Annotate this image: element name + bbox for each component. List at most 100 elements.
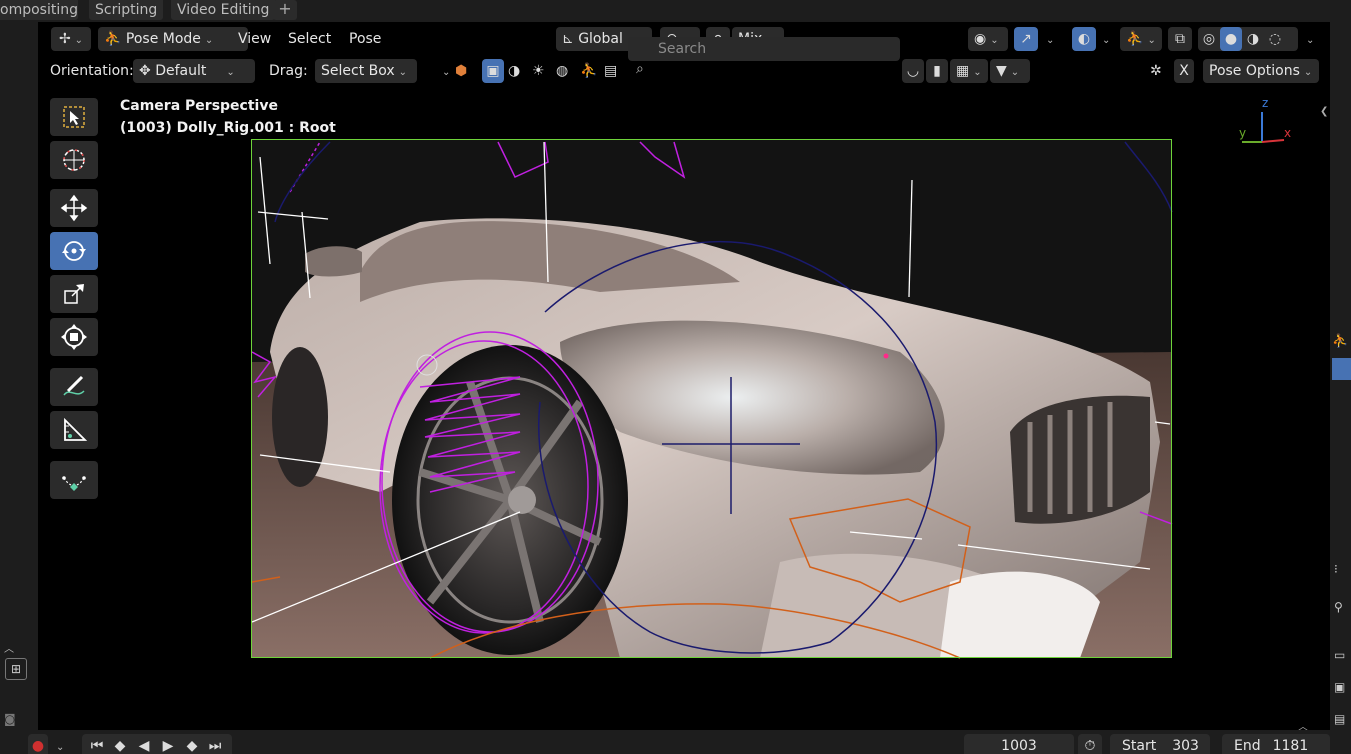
x-mirror-toggle[interactable]: X bbox=[1174, 59, 1194, 83]
eye-icon: ◉ bbox=[974, 31, 987, 47]
shading-modes: ◎ ● ◑ ◌ bbox=[1198, 27, 1298, 51]
bookmark-toggle[interactable]: ▮ bbox=[926, 59, 948, 83]
gizmo-y-label[interactable]: y bbox=[1239, 126, 1246, 140]
search-input[interactable]: Search bbox=[628, 37, 900, 61]
add-workspace-button[interactable]: + bbox=[273, 0, 297, 20]
gizmo-toggle[interactable]: ↗ bbox=[1014, 27, 1038, 51]
item-tab-icon[interactable]: ⚲ bbox=[1334, 600, 1343, 614]
drag-dropdown[interactable]: Select Box ⌄ bbox=[315, 59, 417, 83]
xray-toggle[interactable]: ⧉ bbox=[1168, 27, 1192, 51]
tool-select-box[interactable] bbox=[50, 98, 98, 136]
play-reverse-icon[interactable]: ◀ bbox=[132, 734, 156, 754]
timeline-expand-icon[interactable]: ︿ bbox=[1298, 718, 1308, 730]
jump-start-icon[interactable]: ⏮ bbox=[86, 734, 108, 754]
tab-video-editing[interactable]: Video Editing bbox=[171, 0, 276, 20]
gizmo-dropdown[interactable]: ⌄ bbox=[1042, 27, 1058, 51]
record-icon: ● bbox=[31, 738, 45, 754]
search-icon: ⌕ bbox=[636, 61, 644, 77]
3d-viewport[interactable]: z y x Camera Perspective (1003) Dolly_Ri… bbox=[0, 22, 1330, 730]
jump-end-icon[interactable]: ⏭ bbox=[204, 734, 226, 754]
orientation-label: Global bbox=[578, 31, 623, 47]
chevron-down-icon: ⌄ bbox=[1303, 67, 1313, 78]
light-filter-icon[interactable]: ☀ bbox=[532, 59, 552, 83]
shading-dropdown[interactable]: ⌄ bbox=[1302, 27, 1318, 51]
view-tab-icon[interactable]: ▭ bbox=[1334, 648, 1345, 662]
gizmo-z-label[interactable]: z bbox=[1262, 96, 1268, 110]
panel-expand-icon[interactable]: ︿ bbox=[4, 640, 14, 655]
chevron-down-icon: ⌄ bbox=[442, 67, 451, 78]
prev-keyframe-icon[interactable]: ◆ bbox=[108, 734, 132, 754]
new-collection-icon[interactable]: ⊞ bbox=[5, 658, 27, 680]
camera-filter-icon[interactable]: ▤ bbox=[604, 59, 624, 83]
world-filter-icon[interactable]: ◍ bbox=[556, 59, 576, 83]
tool-tab-icon[interactable]: ⁝ bbox=[1334, 562, 1338, 576]
chevron-down-icon: ⌄ bbox=[1010, 67, 1020, 78]
output-tab-icon[interactable]: ▤ bbox=[1334, 712, 1345, 726]
chevron-down-icon: ⌄ bbox=[74, 35, 84, 46]
orientation-value: Default bbox=[155, 63, 207, 79]
square-icon: ▣ bbox=[486, 63, 500, 79]
sidebar-expand-icon[interactable]: ❮ bbox=[1320, 106, 1328, 117]
gizmo-x-label[interactable]: x bbox=[1284, 126, 1291, 140]
overlay-dropdown[interactable]: ⌄ bbox=[1098, 27, 1114, 51]
filter-dropdown[interactable]: ▼ ⌄ bbox=[990, 59, 1030, 83]
bone-overlay-dropdown[interactable]: ⛹ ⌄ bbox=[1120, 27, 1162, 51]
mirror-icon[interactable]: ✲ bbox=[1150, 59, 1172, 83]
tab-compositing[interactable]: ompositing bbox=[0, 0, 78, 20]
pose-tab-icon[interactable]: ⛹ bbox=[1332, 334, 1348, 349]
mode-dropdown[interactable]: ⛹ Pose Mode ⌄ bbox=[98, 27, 248, 51]
tool-relax-pose[interactable] bbox=[50, 461, 98, 499]
stopwatch-icon[interactable]: ⏱ bbox=[1078, 734, 1102, 754]
bone-overlay-icon: ⛹ bbox=[1126, 31, 1144, 47]
start-frame-field[interactable]: Start 303 bbox=[1110, 734, 1210, 754]
active-object-info: (1003) Dolly_Rig.001 : Root bbox=[120, 120, 336, 136]
properties-strip: ⛹ ⁝ ⚲ ▭ ▣ ▤ bbox=[1330, 22, 1351, 754]
solid-shading-icon[interactable]: ● bbox=[1220, 27, 1242, 51]
blender-window: ompositing Scripting Video Editing + z y… bbox=[0, 0, 1351, 754]
tool-rotate[interactable] bbox=[50, 232, 98, 270]
next-keyframe-icon[interactable]: ◆ bbox=[180, 734, 204, 754]
curve-icon: ◡ bbox=[906, 63, 920, 79]
current-frame-field[interactable]: 1003 bbox=[964, 734, 1074, 754]
armature-mode-select[interactable]: ✢ ⌄ bbox=[51, 27, 91, 51]
object-types-icon[interactable]: ⬢ bbox=[455, 59, 475, 83]
keying-dropdown[interactable]: ⌄ bbox=[52, 734, 72, 754]
camera-icon[interactable]: ◙ bbox=[4, 712, 16, 726]
menu-view[interactable]: View bbox=[238, 27, 271, 51]
overlay-toggle[interactable]: ◐ bbox=[1072, 27, 1096, 51]
record-button[interactable]: ● bbox=[28, 734, 48, 754]
tool-transform[interactable] bbox=[50, 318, 98, 356]
material-filter-icon[interactable]: ◑ bbox=[508, 59, 528, 83]
filter-collapse-button[interactable]: ⌄ bbox=[438, 59, 452, 83]
funnel-icon: ▼ bbox=[996, 63, 1007, 79]
orientation-dropdown[interactable]: ✥ Default ⌄ bbox=[133, 59, 255, 83]
render-tab-icon[interactable]: ▣ bbox=[1334, 680, 1345, 694]
scale-icon bbox=[64, 284, 84, 304]
restrict-toggle[interactable]: ◡ bbox=[902, 59, 924, 83]
chevron-down-icon: ⌄ bbox=[1147, 35, 1156, 46]
overlay-icon: ◐ bbox=[1077, 31, 1091, 47]
tool-scale[interactable] bbox=[50, 275, 98, 313]
tab-scripting[interactable]: Scripting bbox=[89, 0, 164, 20]
material-shading-icon[interactable]: ◑ bbox=[1242, 27, 1264, 51]
chevron-down-icon: ⌄ bbox=[1306, 35, 1315, 46]
menu-select[interactable]: Select bbox=[288, 27, 331, 51]
display-mode-dropdown[interactable]: ▦ ⌄ bbox=[950, 59, 988, 83]
active-tab-indicator[interactable] bbox=[1332, 358, 1351, 380]
armature-filter-icon[interactable]: ⛹ bbox=[580, 59, 600, 83]
pose-options-dropdown[interactable]: Pose Options ⌄ bbox=[1203, 59, 1319, 83]
visibility-dropdown[interactable]: ◉ ⌄ bbox=[968, 27, 1008, 51]
tool-move[interactable] bbox=[50, 189, 98, 227]
play-icon[interactable]: ▶ bbox=[156, 734, 180, 754]
tool-cursor[interactable] bbox=[50, 141, 98, 179]
end-frame-field[interactable]: End 1181 bbox=[1222, 734, 1330, 754]
annotate-icon bbox=[63, 375, 85, 396]
select-mesh-toggle[interactable]: ▣ bbox=[482, 59, 504, 83]
tool-annotate[interactable] bbox=[50, 368, 98, 406]
chevron-down-icon: ⌄ bbox=[1102, 35, 1111, 46]
rendered-shading-icon[interactable]: ◌ bbox=[1264, 27, 1286, 51]
mode-label: Pose Mode bbox=[125, 31, 201, 47]
menu-pose[interactable]: Pose bbox=[349, 27, 381, 51]
wireframe-shading-icon[interactable]: ◎ bbox=[1198, 27, 1220, 51]
tool-measure[interactable] bbox=[50, 411, 98, 449]
